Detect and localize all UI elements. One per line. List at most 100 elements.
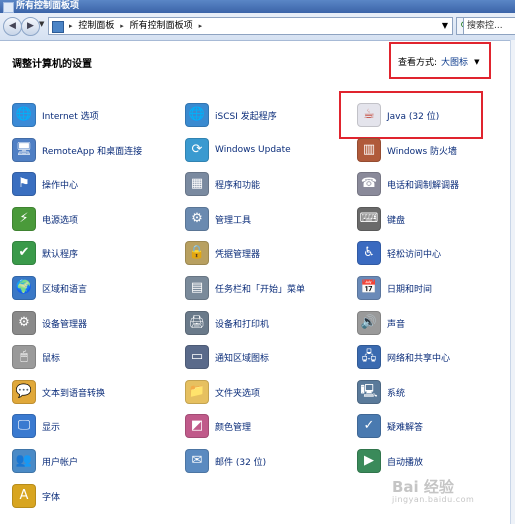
control-panel-item-label: Windows Update <box>215 145 291 155</box>
address-dropdown-icon[interactable]: ▼ <box>442 21 448 31</box>
control-panel-item-label: 邮件 (32 位) <box>215 457 267 468</box>
control-panel-item[interactable]: ▭ 通知区域图标 <box>185 343 269 371</box>
control-panel-item[interactable]: 🖧 网络和共享中心 <box>357 343 450 371</box>
control-panel-item[interactable]: ⌨ 键盘 <box>357 205 405 233</box>
control-panel-item[interactable]: 🖵 显示 <box>12 412 60 440</box>
control-panel-item[interactable]: ⚙ 管理工具 <box>185 205 251 233</box>
user-accounts-icon: 👥 <box>12 449 36 473</box>
breadcrumb-control-panel[interactable]: 控制面板 <box>78 21 114 31</box>
control-panel-item[interactable]: 🖨 设备和打印机 <box>185 309 269 337</box>
control-panel-item-label: RemoteApp 和桌面连接 <box>42 146 143 157</box>
credential-vault-icon: 🔒 <box>185 241 209 265</box>
control-panel-item[interactable]: ⚡ 电源选项 <box>12 205 78 233</box>
address-toolbar: ◀ ▶ ▼ ▸ 控制面板 ▸ 所有控制面板项 ▸ ▼ ⟳ 搜索控... <box>0 13 515 41</box>
breadcrumb-chevron-icon[interactable]: ▸ <box>199 22 203 30</box>
control-panel-item[interactable]: 🖳 系统 <box>357 378 405 406</box>
view-by-label: 查看方式: <box>398 58 438 68</box>
phone-modem-icon: ☎ <box>357 172 381 196</box>
search-input[interactable]: 搜索控... <box>463 17 515 35</box>
control-panel-item-label: 管理工具 <box>215 215 252 226</box>
network-icon: 🖧 <box>357 345 381 369</box>
ease-of-access-icon: ♿ <box>357 241 381 265</box>
mail-icon: ✉ <box>185 449 209 473</box>
autoplay-icon: ▶ <box>357 449 381 473</box>
scrollbar-edge <box>510 40 515 524</box>
power-plug-icon: ⚡ <box>12 207 36 231</box>
control-panel-item[interactable]: 📁 文件夹选项 <box>185 378 260 406</box>
control-panel-item[interactable]: 📅 日期和时间 <box>357 274 432 302</box>
forward-button[interactable]: ▶ <box>21 17 40 36</box>
control-panel-item-label: iSCSI 发起程序 <box>215 111 277 122</box>
control-panel-item[interactable]: 👥 用户帐户 <box>12 447 78 475</box>
view-by-value[interactable]: 大图标 <box>441 58 468 68</box>
control-panel-item-label: 文本到语音转换 <box>42 388 106 399</box>
control-panel-item[interactable]: 🖥 RemoteApp 和桌面连接 <box>12 136 142 164</box>
speaker-icon: 🔊 <box>357 311 381 335</box>
control-panel-item[interactable]: 🌐 Internet 选项 <box>12 101 99 129</box>
device-manager-icon: ⚙ <box>12 311 36 335</box>
control-panel-item[interactable]: 🖱 鼠标 <box>12 343 60 371</box>
control-panel-item[interactable]: ▤ 任务栏和「开始」菜单 <box>185 274 305 302</box>
watermark-site: jingyan.baidu.com <box>392 495 475 504</box>
control-panel-item[interactable]: ✉ 邮件 (32 位) <box>185 447 266 475</box>
control-panel-item-label: 设备和打印机 <box>215 319 270 330</box>
programs-icon: ▦ <box>185 172 209 196</box>
flag-icon: ⚑ <box>12 172 36 196</box>
control-panel-item[interactable]: ▦ 程序和功能 <box>185 170 260 198</box>
window-titlebar: 所有控制面板项 <box>0 0 515 13</box>
control-panel-item-label: 任务栏和「开始」菜单 <box>215 284 306 295</box>
font-icon: A <box>12 484 36 508</box>
control-panel-item[interactable]: ⟳ Windows Update <box>185 136 291 164</box>
firewall-icon: ▥ <box>357 138 381 162</box>
control-panel-item[interactable]: ⚑ 操作中心 <box>12 170 78 198</box>
control-panel-item[interactable]: ▥ Windows 防火墙 <box>357 136 457 164</box>
chevron-down-icon[interactable]: ▼ <box>474 58 479 66</box>
view-by-control[interactable]: 查看方式: 大图标 ▼ <box>398 55 479 68</box>
control-panel-item-label: 声音 <box>387 319 406 330</box>
control-panel-item-label: 凭据管理器 <box>215 249 261 260</box>
monitor-icon: 🖵 <box>12 414 36 438</box>
control-panel-item-label: Java (32 位) <box>387 111 440 122</box>
page-title: 调整计算机的设置 <box>12 59 92 70</box>
control-panel-item[interactable]: 💬 文本到语音转换 <box>12 378 105 406</box>
control-panel-item[interactable]: ◩ 颜色管理 <box>185 412 251 440</box>
control-panel-item-label: 显示 <box>42 422 61 433</box>
default-programs-icon: ✔ <box>12 241 36 265</box>
control-panel-item[interactable]: 🌍 区域和语言 <box>12 274 87 302</box>
color-management-icon: ◩ <box>185 414 209 438</box>
watermark-brand: Bai 经验 <box>392 478 454 496</box>
control-panel-item[interactable]: 🔒 凭据管理器 <box>185 239 260 267</box>
system-icon: 🖳 <box>357 380 381 404</box>
troubleshooting-icon: ✓ <box>357 414 381 438</box>
control-panel-item[interactable]: ✔ 默认程序 <box>12 239 78 267</box>
control-panel-item[interactable]: ♿ 轻松访问中心 <box>357 239 441 267</box>
control-panel-item[interactable]: ☎ 电话和调制解调器 <box>357 170 459 198</box>
control-panel-item-label: 文件夹选项 <box>215 388 261 399</box>
control-panel-item-label: 电源选项 <box>42 215 79 226</box>
control-panel-item[interactable]: ▶ 自动播放 <box>357 447 423 475</box>
breadcrumb-chevron-icon[interactable]: ▸ <box>120 22 124 30</box>
control-panel-item-label: 区域和语言 <box>42 284 88 295</box>
control-panel-item[interactable]: ☕ Java (32 位) <box>357 101 439 129</box>
control-panel-item-label: 系统 <box>387 388 406 399</box>
control-panel-item-label: 操作中心 <box>42 180 79 191</box>
watermark: Bai 经验 jingyan.baidu.com <box>392 476 474 504</box>
control-panel-item[interactable]: 🌐 iSCSI 发起程序 <box>185 101 277 129</box>
folder-options-icon: 📁 <box>185 380 209 404</box>
admin-tools-icon: ⚙ <box>185 207 209 231</box>
globe-clock-icon: 🌍 <box>12 276 36 300</box>
speech-bubble-icon: 💬 <box>12 380 36 404</box>
control-panel-item[interactable]: A 字体 <box>12 482 60 510</box>
control-panel-icon <box>52 21 64 33</box>
breadcrumb-chevron-icon[interactable]: ▸ <box>69 22 73 30</box>
control-panel-item-label: 网络和共享中心 <box>387 353 451 364</box>
window-title: 所有控制面板项 <box>16 1 80 11</box>
address-bar[interactable]: ▸ 控制面板 ▸ 所有控制面板项 ▸ ▼ <box>48 17 453 35</box>
control-panel-item[interactable]: ⚙ 设备管理器 <box>12 309 87 337</box>
control-panel-item[interactable]: 🔊 声音 <box>357 309 405 337</box>
breadcrumb-all-items[interactable]: 所有控制面板项 <box>130 21 193 31</box>
back-button[interactable]: ◀ <box>3 17 22 36</box>
control-panel-item[interactable]: ✓ 疑难解答 <box>357 412 423 440</box>
calendar-clock-icon: 📅 <box>357 276 381 300</box>
recent-pages-dropdown[interactable]: ▼ <box>39 20 44 28</box>
